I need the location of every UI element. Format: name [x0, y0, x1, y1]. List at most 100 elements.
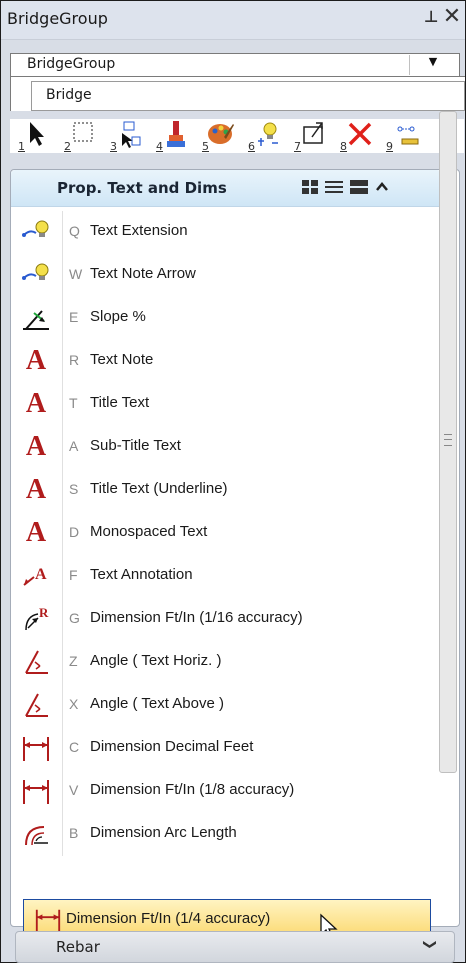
list-item[interactable]: V Dimension Ft/In (1/8 accuracy): [10, 770, 438, 813]
angle-icon: [18, 690, 54, 720]
list-item[interactable]: A A Sub-Title Text: [10, 426, 438, 469]
item-label: Text Extension: [90, 222, 188, 239]
tool-6-number: 6: [248, 140, 255, 153]
item-label: Dimension Ft/In (1/16 accuracy): [90, 609, 303, 626]
item-label: Title Text (Underline): [90, 480, 228, 497]
tool-1[interactable]: 1: [18, 119, 62, 153]
select-arrow-icon: [30, 122, 44, 146]
shortcut-key: V: [69, 782, 79, 798]
tool-1-number: 1: [18, 140, 25, 153]
arc-dim-icon: [18, 819, 54, 849]
paint-brush-icon: [167, 121, 185, 147]
tool-3-number: 3: [110, 140, 117, 153]
tool-6[interactable]: 6: [248, 119, 292, 153]
shortcut-key: G: [69, 610, 80, 626]
list-item[interactable]: B Dimension Arc Length: [10, 813, 438, 856]
list-item[interactable]: A R Text Note: [10, 340, 438, 383]
bulb-arrow-icon: [18, 217, 54, 247]
vertical-scrollbar[interactable]: [439, 111, 457, 773]
measure-icon: [397, 126, 419, 145]
item-label: Title Text: [90, 394, 150, 411]
svg-text:A: A: [35, 566, 47, 583]
shortcut-key: R: [69, 352, 80, 368]
list-item[interactable]: A S Title Text (Underline): [10, 469, 438, 512]
element-selection-icon: [122, 121, 141, 148]
item-label: Dimension Arc Length: [90, 824, 237, 841]
list-view-icon[interactable]: [324, 179, 344, 199]
shortcut-key: A: [69, 438, 79, 454]
tool-9[interactable]: 9: [386, 119, 430, 153]
letter-a-icon: A: [25, 388, 47, 419]
toolbar: 1 2 3 4 5 6 7 8 9: [10, 119, 464, 153]
panel-header[interactable]: Prop. Text and Dims: [11, 170, 441, 207]
tool-4[interactable]: 4: [156, 119, 200, 153]
tool-5[interactable]: 5: [202, 119, 246, 153]
item-label: Slope %: [90, 308, 146, 325]
tool-3[interactable]: 3: [110, 119, 154, 153]
chevron-down-icon[interactable]: ▼: [409, 55, 456, 75]
tool-5-number: 5: [202, 140, 209, 153]
item-label: Text Note: [90, 351, 154, 368]
angle-icon: [18, 647, 54, 677]
letter-a-icon: A: [25, 345, 47, 376]
highlight-bulb-icon: [258, 122, 278, 146]
tool-palette-window: BridgeGroup ⊥ ✕ BridgeGroup ▼ Bridge 1 2…: [0, 0, 466, 963]
list-item[interactable]: R G Dimension Ft/In (1/16 accuracy): [10, 598, 438, 641]
tool-8[interactable]: 8: [340, 119, 384, 153]
shortcut-key: D: [69, 524, 80, 540]
shortcut-key: Z: [69, 653, 78, 669]
group-dropdown[interactable]: BridgeGroup ▼: [10, 53, 460, 77]
list-item[interactable]: Z Angle ( Text Horiz. ): [10, 641, 438, 684]
bulb-arrow-icon: [18, 260, 54, 290]
list-item[interactable]: E Slope %: [10, 297, 438, 340]
tool-7[interactable]: 7: [294, 119, 338, 153]
tool-2[interactable]: 2: [64, 119, 108, 153]
rebar-label: Rebar: [56, 938, 100, 956]
item-label: Text Note Arrow: [90, 265, 196, 282]
shortcut-key: X: [69, 696, 79, 712]
shortcut-key: C: [69, 739, 80, 755]
tab-bridge[interactable]: Bridge: [31, 81, 465, 111]
letter-a-icon: A: [25, 474, 47, 505]
pin-icon[interactable]: ⊥: [421, 7, 441, 31]
tool-4-number: 4: [156, 140, 163, 153]
shortcut-key: T: [69, 395, 78, 411]
rebar-section-header[interactable]: Rebar ❯: [15, 931, 455, 963]
annotation-icon: A: [18, 561, 54, 591]
tab-bridge-label: Bridge: [46, 87, 92, 103]
item-label: Dimension Ft/In (1/8 accuracy): [90, 781, 295, 798]
fit-view-icon: [303, 122, 323, 144]
list-item[interactable]: C Dimension Decimal Feet: [10, 727, 438, 770]
grid-view-icon[interactable]: [301, 179, 319, 199]
group-dropdown-value: BridgeGroup: [27, 56, 116, 72]
title-bar: BridgeGroup ⊥ ✕: [1, 1, 465, 40]
radius-dim-icon: R: [18, 604, 54, 634]
selection-box-icon: [73, 122, 93, 142]
palette-icon: [208, 124, 234, 144]
scrollbar-grip-icon: [444, 434, 452, 446]
close-icon[interactable]: ✕: [441, 5, 463, 31]
window-title: BridgeGroup: [7, 9, 108, 28]
panel-title: Prop. Text and Dims: [57, 179, 227, 197]
list-item[interactable]: A F Text Annotation: [10, 555, 438, 598]
list-item[interactable]: A D Monospaced Text: [10, 512, 438, 555]
shortcut-key: S: [69, 481, 79, 497]
letter-a-icon: A: [25, 431, 47, 462]
item-label: Dimension Ft/In (1/4 accuracy): [66, 910, 271, 927]
list-item[interactable]: A T Title Text: [10, 383, 438, 426]
list-item[interactable]: W Text Note Arrow: [10, 254, 438, 297]
list-item[interactable]: X Angle ( Text Above ): [10, 684, 438, 727]
letter-a-icon: A: [25, 517, 47, 548]
chevron-down-icon[interactable]: ❯: [422, 939, 437, 950]
shortcut-key: W: [69, 266, 83, 282]
item-label: Sub-Title Text: [90, 437, 181, 454]
item-label: Text Annotation: [90, 566, 193, 583]
slope-icon: [18, 303, 54, 333]
list-item[interactable]: Q Text Extension: [10, 211, 438, 254]
detail-view-icon[interactable]: [349, 179, 369, 199]
linear-dim-icon: [18, 776, 54, 806]
delete-x-icon: [348, 122, 372, 146]
collapse-chevron-icon[interactable]: [374, 179, 390, 199]
shortcut-key: B: [69, 825, 79, 841]
shortcut-key: F: [69, 567, 78, 583]
